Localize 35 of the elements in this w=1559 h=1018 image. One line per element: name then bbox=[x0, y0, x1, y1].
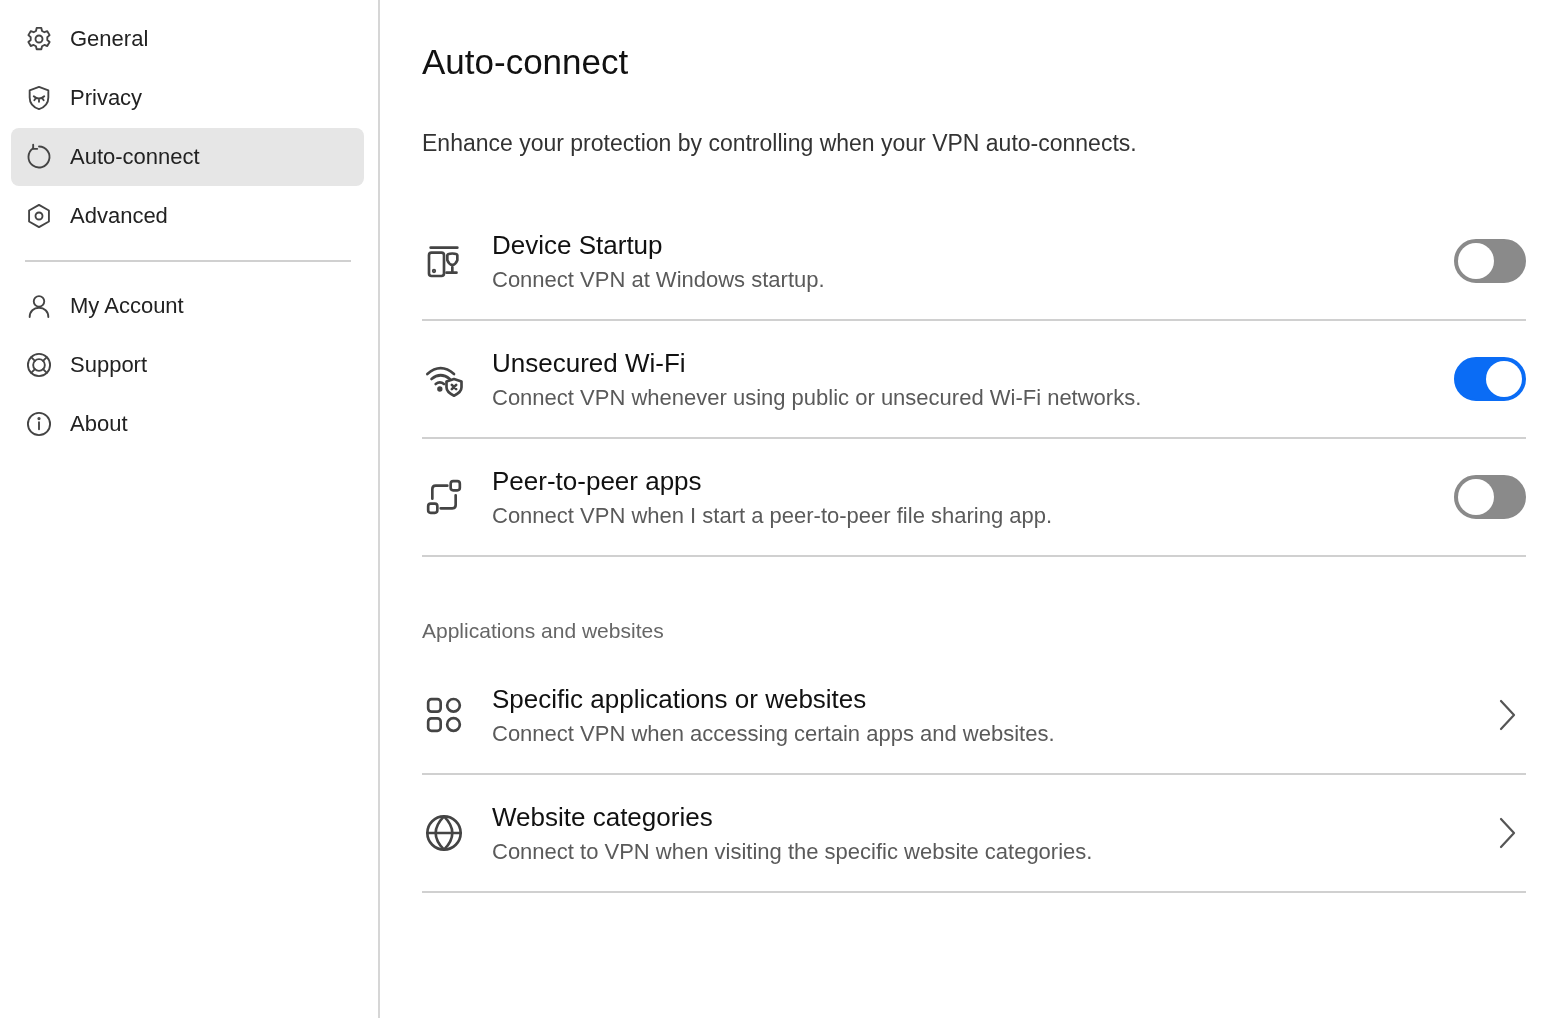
setting-title: Peer-to-peer apps bbox=[492, 465, 703, 497]
sidebar-item[interactable]: About bbox=[11, 395, 364, 453]
setting-title: Specific applications or websites bbox=[492, 683, 868, 715]
section-heading: Applications and websites bbox=[422, 619, 665, 643]
sidebar-item[interactable]: Auto-connect bbox=[11, 128, 364, 186]
toggle-switch[interactable] bbox=[1454, 239, 1526, 283]
setting-description: Connect VPN when I start a peer-to-peer file sharing app. bbox=[492, 502, 1054, 529]
lifebuoy-icon bbox=[25, 351, 53, 379]
setting-description: Connect VPN when accessing certain apps and websites. bbox=[492, 720, 1056, 747]
chevron-right-icon[interactable] bbox=[1498, 816, 1516, 850]
sidebar-item[interactable]: My Account bbox=[11, 277, 364, 335]
setting-title: Device Startup bbox=[492, 229, 664, 261]
sidebar-item[interactable]: Advanced bbox=[11, 187, 364, 245]
hexagon-icon bbox=[25, 202, 53, 230]
setting-title: Website categories bbox=[492, 801, 714, 833]
toggle-switch[interactable] bbox=[1454, 475, 1526, 519]
gear-icon bbox=[25, 25, 53, 53]
setting-link-row[interactable]: Specific applications or websites Connect VPN when accessing certain apps and websites. bbox=[422, 657, 1526, 775]
connected-squares-icon bbox=[424, 477, 464, 517]
setting-link-row[interactable]: Website categories Connect to VPN when visiting the specific website categories. bbox=[422, 775, 1526, 893]
page-title: Auto-connect bbox=[422, 42, 630, 82]
setting-description: Connect to VPN when visiting the specific website categories. bbox=[492, 838, 1094, 865]
globe-icon bbox=[424, 813, 464, 853]
circular-arrow-icon bbox=[25, 143, 53, 171]
info-icon bbox=[25, 410, 53, 438]
sidebar-item[interactable]: Privacy bbox=[11, 69, 364, 127]
setting-description: Connect VPN at Windows startup. bbox=[492, 266, 826, 293]
setting-description: Connect VPN whenever using public or unsecured Wi-Fi networks. bbox=[492, 384, 1143, 411]
setting-title: Unsecured Wi-Fi bbox=[492, 347, 687, 379]
sidebar-item[interactable]: Support bbox=[11, 336, 364, 394]
toggle-switch[interactable] bbox=[1454, 357, 1526, 401]
apps-grid-icon bbox=[424, 695, 464, 735]
chevron-right-icon[interactable] bbox=[1498, 698, 1516, 732]
page-description: Enhance your protection by controlling when your VPN auto-connects. bbox=[422, 130, 1138, 157]
sidebar-item[interactable]: General bbox=[11, 10, 364, 68]
